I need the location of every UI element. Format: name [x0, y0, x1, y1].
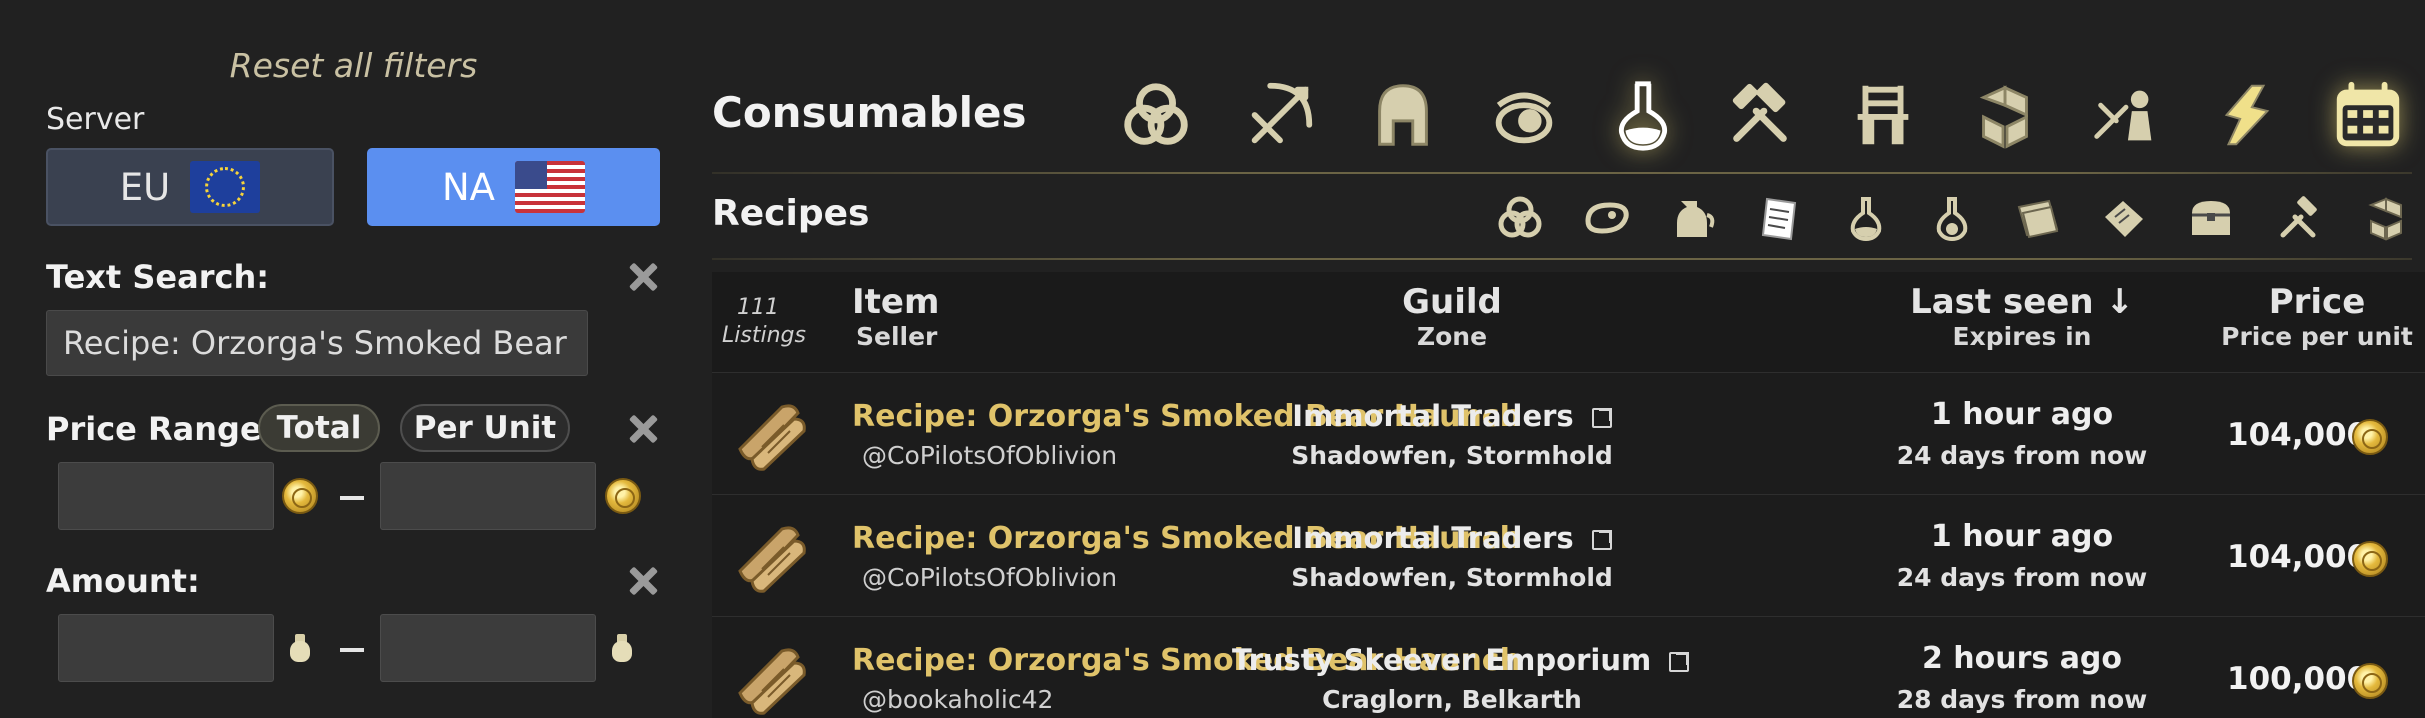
category-divider — [712, 172, 2412, 174]
text-search-input[interactable] — [46, 310, 588, 376]
guild-column-header[interactable]: Guild Zone — [1232, 282, 1672, 351]
zone-text: Craglorn, Belkarth — [1322, 685, 1582, 714]
gold-coin-icon — [2352, 541, 2388, 577]
listings-table: 111 Listings Item Seller Guild Zone Last… — [712, 272, 2425, 718]
server-na-button[interactable]: NA — [367, 148, 660, 226]
recipes-icon[interactable] — [1752, 190, 1808, 246]
seller-link[interactable]: @CoPilotsOfOblivion — [862, 441, 1117, 470]
all-subcategories-icon[interactable] — [1492, 190, 1548, 246]
last-seen-text: 2 hours ago — [1921, 641, 2123, 676]
server-na-label: NA — [442, 165, 495, 209]
clear-text-search-icon[interactable] — [626, 260, 660, 294]
reset-filters-link[interactable]: Reset all filters — [46, 46, 661, 85]
server-label: Server — [46, 102, 145, 137]
materials-icon[interactable] — [1962, 72, 2048, 158]
all-categories-icon[interactable] — [1113, 72, 1199, 158]
clear-price-range-icon[interactable] — [626, 412, 660, 446]
item-bag-icon — [288, 634, 312, 662]
misc-icon[interactable] — [2358, 190, 2414, 246]
expires-text: 24 days from now — [1896, 563, 2148, 592]
jewelry-icon[interactable] — [1481, 72, 1567, 158]
expires-text: 24 days from now — [1896, 441, 2148, 470]
item-column-header[interactable]: Item Seller — [852, 282, 939, 351]
repair-icon[interactable] — [2270, 190, 2326, 246]
armor-icon[interactable] — [1360, 72, 1446, 158]
furnishing-icon[interactable] — [1840, 72, 1926, 158]
consumables-icon[interactable] — [1600, 72, 1686, 158]
amount-label: Amount: — [46, 562, 200, 600]
amount-min-input[interactable] — [58, 614, 274, 682]
range-dash — [340, 496, 364, 500]
guild-name: Immortal Traders — [1232, 521, 1672, 555]
price-text: 104,000 — [2227, 417, 2369, 453]
containers-icon[interactable] — [2183, 190, 2239, 246]
category-title: Consumables — [712, 88, 1027, 137]
text-search-label: Text Search: — [46, 258, 270, 296]
table-row[interactable]: Recipe: Orzorga's Smoked Bear Haunch @Co… — [712, 372, 2425, 494]
clear-amount-icon[interactable] — [626, 564, 660, 598]
listings-count: 111 Listings — [722, 295, 806, 348]
calendar-icon[interactable] — [2325, 72, 2411, 158]
filter-panel: Reset all filters Server EU NA Text Sear… — [0, 0, 680, 718]
price-range-label: Price Range: — [46, 410, 275, 448]
writs-icon[interactable] — [2096, 190, 2152, 246]
table-row[interactable]: Recipe: Orzorga's Smoked Bear Haunch @Co… — [712, 494, 2425, 616]
last-seen-column-header[interactable]: Last seen ↓ Expires in — [1857, 282, 2187, 351]
price-column-header[interactable]: Price Price per unit — [2212, 282, 2422, 351]
expires-text: 28 days from now — [1896, 685, 2148, 714]
server-eu-label: EU — [119, 165, 171, 209]
zone-text: Shadowfen, Stormhold — [1291, 563, 1613, 592]
eu-flag-icon — [190, 161, 261, 213]
external-link-icon[interactable] — [1591, 530, 1612, 550]
price-text: 100,000 — [2227, 661, 2369, 697]
zone-text: Shadowfen, Stormhold — [1291, 441, 1613, 470]
gold-coin-icon — [282, 478, 318, 514]
seller-link[interactable]: @bookaholic42 — [862, 685, 1053, 714]
quest-icon[interactable] — [2203, 72, 2289, 158]
subcategory-divider — [712, 258, 2412, 260]
external-link-icon[interactable] — [1669, 652, 1690, 672]
companion-icon[interactable] — [2083, 72, 2169, 158]
range-dash — [340, 648, 364, 652]
drink-icon[interactable] — [1664, 190, 1720, 246]
poisons-icon[interactable] — [1924, 190, 1980, 246]
guild-name: Immortal Traders — [1232, 399, 1672, 433]
gold-coin-icon — [605, 478, 641, 514]
gold-coin-icon — [2352, 419, 2388, 455]
last-seen-text: 1 hour ago — [1930, 397, 2114, 432]
external-link-icon[interactable] — [1591, 408, 1612, 428]
recipe-scroll-icon — [738, 404, 806, 471]
table-row[interactable]: Recipe: Orzorga's Smoked Bear Haunch @bo… — [712, 616, 2425, 718]
price-mode-per-unit-toggle[interactable]: Per Unit — [400, 404, 570, 452]
crafting-icon[interactable] — [1717, 72, 1803, 158]
us-flag-icon — [515, 161, 585, 213]
motifs-icon[interactable] — [2010, 190, 2066, 246]
price-max-input[interactable] — [380, 462, 596, 530]
gold-coin-icon — [2352, 663, 2388, 699]
server-eu-button[interactable]: EU — [46, 148, 334, 226]
seller-link[interactable]: @CoPilotsOfOblivion — [862, 563, 1117, 592]
price-mode-total-toggle[interactable]: Total — [258, 404, 380, 452]
recipe-scroll-icon — [738, 648, 806, 715]
last-seen-text: 1 hour ago — [1930, 519, 2114, 554]
weapons-icon[interactable] — [1237, 72, 1323, 158]
potions-icon[interactable] — [1838, 190, 1894, 246]
price-min-input[interactable] — [58, 462, 274, 530]
amount-max-input[interactable] — [380, 614, 596, 682]
table-header: 111 Listings Item Seller Guild Zone Last… — [712, 272, 2425, 372]
recipe-scroll-icon — [738, 526, 806, 593]
price-text: 104,000 — [2227, 539, 2369, 575]
item-bag-icon — [610, 634, 634, 662]
guild-name: Trusty Skeever Emporium — [1232, 643, 1690, 677]
subcategory-title: Recipes — [712, 193, 870, 234]
food-icon[interactable] — [1579, 190, 1635, 246]
